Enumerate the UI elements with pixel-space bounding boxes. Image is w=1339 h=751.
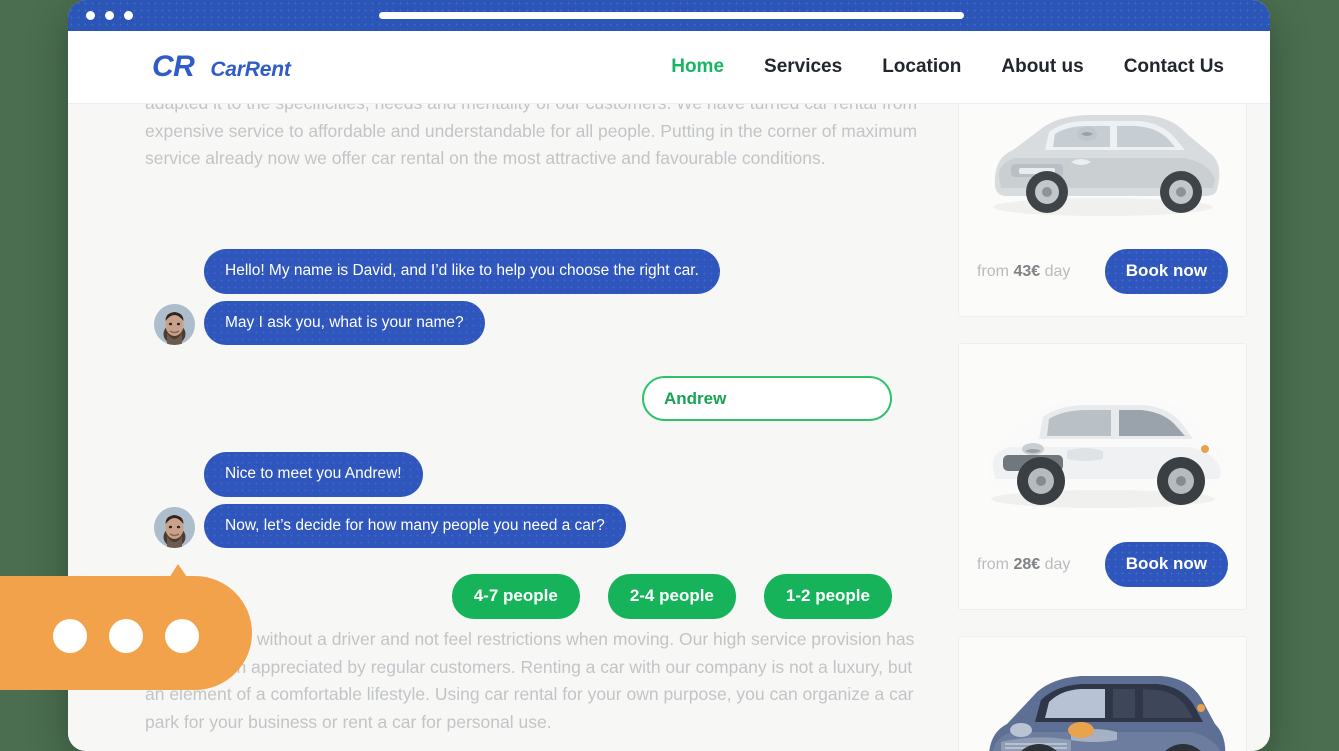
quick-reply-1-2-people[interactable]: 1-2 people [763, 574, 892, 619]
close-dot[interactable] [86, 11, 95, 20]
name-input-wrapper [642, 376, 892, 421]
avatar-slot [145, 304, 204, 345]
minimize-dot[interactable] [105, 11, 114, 20]
avatar [154, 507, 195, 548]
car-card[interactable]: from 28€ day Book now [958, 343, 1247, 610]
chat-bubble-bot: Nice to meet you Andrew! [204, 452, 423, 497]
chat-bubble-bot: Hello! My name is David, and I’d like to… [204, 249, 720, 294]
car-card[interactable]: from 39€ day Book now [958, 636, 1247, 751]
site-header: CR CarRent Home Services Location About … [68, 31, 1270, 104]
outro-paragraph: can rent a car without a driver and not … [145, 629, 915, 732]
chat-bubble-bot: Now, let’s decide for how many people yo… [204, 503, 626, 548]
address-bar[interactable] [379, 12, 964, 19]
price-prefix: from [977, 262, 1009, 280]
car-price: from 28€ day [977, 556, 1070, 574]
car-card-footer: from 43€ day Book now [973, 233, 1232, 316]
intro-paragraph: adapted it to the specificities, needs a… [145, 104, 918, 168]
chat-row: Now, let’s decide for how many people yo… [145, 503, 955, 548]
chat-row: Hello! My name is David, and I’d like to… [145, 249, 955, 294]
brand-name: CarRent [210, 58, 291, 81]
price-suffix: day [1044, 555, 1071, 573]
brand-logo[interactable]: CR CarRent [152, 50, 291, 84]
car-card-footer: from 28€ day Book now [973, 526, 1232, 609]
nav-item-location[interactable]: Location [882, 56, 961, 78]
car-card[interactable]: from 43€ day Book now [958, 104, 1247, 317]
main-navigation: Home Services Location About us Contact … [671, 56, 1224, 78]
chat-bubble-bot: May I ask you, what is your name? [204, 300, 485, 345]
car-photo-ford [973, 651, 1232, 751]
chat-widget-button[interactable] [0, 548, 252, 700]
chat-row: Nice to meet you Andrew! [145, 452, 955, 497]
name-input[interactable] [644, 378, 890, 419]
nav-item-home[interactable]: Home [671, 56, 724, 78]
arrow-right-icon [891, 390, 892, 408]
book-now-button[interactable]: Book now [1104, 249, 1228, 294]
car-price: from 43€ day [977, 263, 1070, 281]
chat-row: May I ask you, what is your name? [145, 300, 955, 345]
avatar [154, 304, 195, 345]
quick-reply-group: 4-7 people 2-4 people 1-2 people [145, 574, 892, 619]
price-suffix: day [1044, 262, 1071, 280]
nav-item-services[interactable]: Services [764, 56, 842, 78]
chat-input-row [145, 376, 955, 421]
quick-reply-2-4-people[interactable]: 2-4 people [607, 574, 736, 619]
browser-title-bar [68, 0, 1270, 31]
book-now-button[interactable]: Book now [1104, 542, 1228, 587]
nav-item-about-us[interactable]: About us [1001, 56, 1083, 78]
car-sidebar: from 43€ day Book now from 28€ day Book … [958, 104, 1247, 751]
avatar-slot [145, 507, 204, 548]
chat-spacer [145, 352, 955, 376]
nav-item-contact-us[interactable]: Contact Us [1124, 56, 1224, 78]
car-photo-toyota [973, 358, 1232, 526]
price-prefix: from [977, 555, 1009, 573]
chat-conversation: Hello! My name is David, and I’d like to… [145, 249, 955, 619]
quick-reply-4-7-people[interactable]: 4-7 people [451, 574, 580, 619]
price-amount: 43€ [1013, 262, 1041, 280]
car-photo-hyundai [973, 104, 1232, 233]
chat-bubble-ellipsis-icon [0, 564, 252, 704]
brand-mark: CR [152, 50, 195, 83]
maximize-dot[interactable] [124, 11, 133, 20]
send-button[interactable] [891, 378, 892, 419]
chat-spacer [145, 428, 955, 452]
price-amount: 28€ [1013, 555, 1041, 573]
